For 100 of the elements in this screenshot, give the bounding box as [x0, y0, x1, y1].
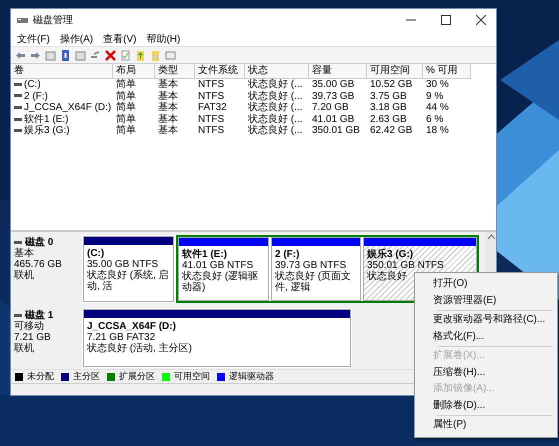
volume-name: 娱乐3 (G:)	[24, 125, 70, 137]
menu-item[interactable]: 操作(A)	[60, 32, 94, 46]
partition-status: 状态良好 (页面文件, 逻辑	[275, 271, 352, 293]
legend-label: 主分区	[73, 370, 100, 383]
partition-block[interactable]: 软件1 (E:) 41.01 GB NTFS 状态良好 (逻辑驱动器)	[178, 237, 269, 301]
table-cell-text: FAT32	[197, 102, 228, 114]
column-header[interactable]: 可用空间	[367, 64, 423, 79]
maximize-icon[interactable]	[441, 15, 451, 25]
table-cell-text: 2.63 GB	[369, 114, 408, 126]
table-cell-text: 35.00 GB	[311, 79, 356, 91]
table-cell-text: NTFS	[197, 79, 226, 91]
column-header[interactable]: 布局	[113, 64, 155, 79]
check-icon[interactable]	[120, 50, 131, 60]
table-cell-text: 简单	[115, 79, 137, 90]
table-cell-text: 39.73 GB	[311, 90, 356, 102]
volume-name: 2 (F:)	[24, 90, 48, 102]
table-cell-text: 350.01 GB	[311, 125, 361, 137]
window-title: 磁盘管理	[33, 14, 74, 27]
disk-size: 465.76 GB	[14, 259, 63, 270]
grid-icon[interactable]	[45, 50, 56, 60]
column-header[interactable]: 卷	[11, 64, 113, 79]
column-header[interactable]: 容量	[309, 64, 367, 79]
partition-name: (C:)	[87, 248, 106, 259]
partition-status: 状态良好	[367, 271, 408, 282]
menu-item[interactable]: 属性(P)	[415, 417, 557, 434]
scroll-up-icon[interactable]	[488, 234, 494, 239]
legend-label: 可用空间	[174, 370, 210, 383]
table-cell-text: NTFS	[197, 125, 226, 137]
menu-item[interactable]: 帮助(H)	[146, 32, 180, 46]
grid-icon[interactable]	[75, 50, 86, 60]
disk-status: 联机	[14, 270, 35, 281]
table-cell-text: 62.42 GB	[369, 125, 414, 137]
partition-size: 7.21 GB FAT32	[87, 332, 156, 343]
partition-status: 状态良好 (活动, 主分区)	[87, 343, 193, 354]
partition-block[interactable]: J_CCSA_X64F (D:) 7.21 GB FAT32 状态良好 (活动, 主分区)	[83, 309, 351, 367]
table-cell-text: 简单	[115, 114, 137, 125]
connect-icon[interactable]	[90, 50, 101, 60]
folder-up-icon[interactable]	[135, 50, 146, 60]
disk-type: 基本	[14, 248, 35, 259]
table-cell-text: 基本	[157, 79, 179, 90]
delete-icon[interactable]	[105, 50, 116, 60]
table-cell-text: 10.52 GB	[369, 79, 414, 91]
partition-name: 软件1 (E:)	[182, 249, 228, 260]
table-cell-text: NTFS	[197, 90, 226, 102]
partition-size: 350.01 GB NTFS	[367, 260, 445, 271]
legend-label: 未分配	[27, 370, 54, 383]
partition-name: 娱乐3 (G:)	[367, 249, 414, 260]
partition-status: 状态良好 (逻辑驱动器)	[182, 271, 260, 293]
table-cell-text: 3.75 GB	[369, 90, 408, 102]
disk-name: 磁盘 0	[25, 237, 54, 248]
volume-name: (C:)	[24, 79, 41, 91]
disk-size: 7.21 GB	[14, 332, 52, 343]
table-cell-text: 41.01 GB	[311, 114, 356, 126]
table-cell-text: 状态良好 (...	[247, 90, 304, 102]
menu-item[interactable]: 查看(V)	[103, 32, 136, 46]
menu-item[interactable]: 删除卷(D)...	[415, 398, 557, 414]
table-cell-text: 状态良好 (...	[247, 102, 304, 114]
partition-size: 35.00 GB NTFS	[87, 259, 159, 270]
table-cell-text: 3.18 GB	[369, 102, 408, 114]
column-header[interactable]: % 可用	[423, 64, 471, 79]
partition-size: 39.73 GB NTFS	[275, 260, 346, 271]
table-cell-text: 基本	[157, 125, 179, 137]
table-cell-text: 状态良好 (...	[247, 114, 304, 125]
column-header[interactable]: 文件系统	[195, 64, 245, 79]
partition-name: J_CCSA_X64F (D:)	[87, 321, 177, 332]
partition-block[interactable]: (C:) 35.00 GB NTFS 状态良好 (系统, 启动, 活	[83, 236, 174, 302]
menu-item[interactable]: 压缩卷(H)...	[415, 364, 557, 381]
partition-size: 41.01 GB NTFS	[182, 260, 254, 271]
table-cell-text: 44 %	[425, 102, 450, 114]
partition-name: 2 (F:)	[275, 249, 300, 260]
column-header[interactable]: 类型	[155, 64, 195, 79]
disk-type: 可移动	[14, 321, 45, 332]
forward-icon[interactable]	[30, 50, 41, 60]
list-icon[interactable]	[165, 50, 176, 60]
partition-block[interactable]: 2 (F:) 39.73 GB NTFS 状态良好 (页面文件, 逻辑	[271, 237, 361, 301]
help-icon[interactable]	[60, 50, 71, 60]
volume-name: J_CCSA_X64F (D:)	[24, 102, 112, 114]
table-cell-text: 9 %	[425, 90, 444, 102]
menu-item[interactable]: 格式化(F)...	[415, 328, 557, 345]
menu-item[interactable]: 更改驱动器号和路径(C)...	[415, 312, 557, 328]
table-cell-text: 7.20 GB	[311, 102, 350, 114]
legend-label: 扩展分区	[119, 370, 155, 383]
close-icon[interactable]	[476, 15, 486, 25]
back-icon[interactable]	[15, 50, 26, 60]
column-header[interactable]: 状态	[245, 64, 309, 79]
table-cell-text: 状态良好 (...	[247, 125, 304, 137]
table-cell-text: 基本	[157, 90, 179, 102]
table-cell-text: 状态良好 (...	[247, 79, 304, 90]
table-cell-text: 简单	[115, 90, 137, 102]
volume-name: 软件1 (E:)	[24, 114, 68, 125]
table-cell-text: 简单	[115, 125, 137, 137]
disk-status: 联机	[14, 343, 35, 354]
table-cell-text: 6 %	[425, 114, 444, 126]
menu-item[interactable]: 文件(F)	[17, 32, 50, 46]
table-cell-text: 30 %	[425, 79, 450, 91]
table-cell-text: 基本	[157, 114, 179, 125]
table-cell-text: 简单	[115, 102, 137, 114]
disk-name: 磁盘 1	[25, 310, 54, 321]
partition-status: 状态良好 (系统, 启动, 活	[87, 270, 170, 292]
table-cell-text: 基本	[157, 102, 179, 114]
